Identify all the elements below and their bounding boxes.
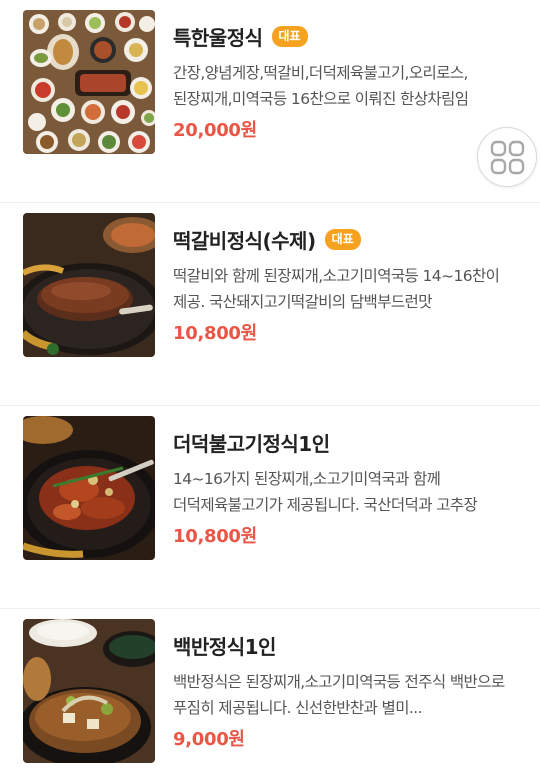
menu-item-price: 10,800원 <box>173 323 257 344</box>
grid-icon <box>490 140 525 175</box>
menu-item-baekban-set[interactable]: 백반정식1인 백반정식은 된장찌개,소고기미역국등 전주식 백반으로 푸짐히 제… <box>0 609 540 780</box>
menu-item-description: 간장,양념게장,떡갈비,더덕제육불고기,오리로스,된장찌개,미역국등 16찬으로… <box>173 64 469 108</box>
menu-item-description: 백반정식은 된장찌개,소고기미역국등 전주식 백반으로 푸짐히 제공됩니다. 신… <box>173 673 505 717</box>
menu-item-description: 14~16가지 된장찌개,소고기미역국과 함께 더덕제육불고기가 제공됩니다. … <box>173 470 478 514</box>
menu-item-title-row: 특한울정식 대표 <box>173 22 308 50</box>
floating-menu-grid-button[interactable] <box>477 127 537 187</box>
menu-item-title: 특한울정식 <box>173 25 263 50</box>
menu-item-title-row: 백반정식1인 <box>173 631 276 659</box>
menu-item-photo <box>23 213 155 357</box>
menu-item-title: 더덕불고기정식1인 <box>173 431 330 456</box>
signature-badge: 대표 <box>324 228 361 250</box>
menu-item-tteokgalbi-set[interactable]: 떡갈비정식(수제) 대표 떡갈비와 함께 된장찌개,소고기미역국등 14~16찬… <box>0 203 540 406</box>
menu-item-description: 떡갈비와 함께 된장찌개,소고기미역국등 14~16찬이 제공. 국산돼지고기떡… <box>173 267 500 311</box>
menu-item-price: 9,000원 <box>173 729 245 750</box>
menu-item-title-row: 떡갈비정식(수제) 대표 <box>173 225 361 253</box>
menu-item-photo <box>23 416 155 560</box>
menu-item-title-row: 더덕불고기정식1인 <box>173 428 330 456</box>
menu-list: 특한울정식 대표 간장,양념게장,떡갈비,더덕제육불고기,오리로스,된장찌개,미… <box>0 0 540 780</box>
menu-item-title: 떡갈비정식(수제) <box>173 228 316 253</box>
menu-item-deodeok-bulgogi-set[interactable]: 더덕불고기정식1인 14~16가지 된장찌개,소고기미역국과 함께 더덕제육불고… <box>0 406 540 609</box>
menu-item-photo <box>23 619 155 763</box>
menu-item-price: 20,000원 <box>173 120 257 141</box>
menu-item-special-set[interactable]: 특한울정식 대표 간장,양념게장,떡갈비,더덕제육불고기,오리로스,된장찌개,미… <box>0 0 540 203</box>
menu-item-price: 10,800원 <box>173 526 257 547</box>
signature-badge: 대표 <box>271 25 308 47</box>
menu-item-title: 백반정식1인 <box>173 634 276 659</box>
menu-item-photo <box>23 10 155 154</box>
